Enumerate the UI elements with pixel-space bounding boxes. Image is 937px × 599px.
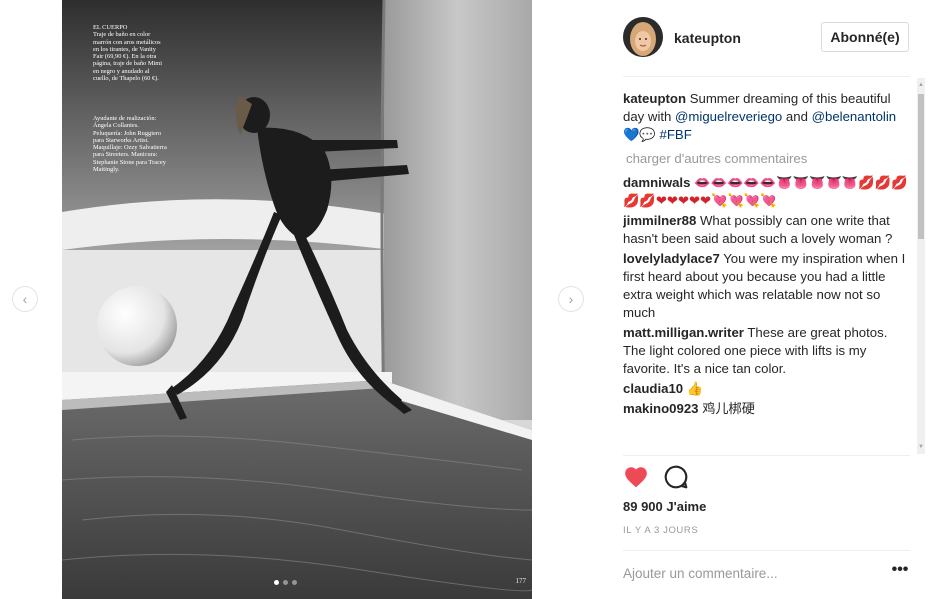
mention-link[interactable]: @belenantolin bbox=[812, 109, 897, 124]
mention-link[interactable]: @miguelreveriego bbox=[675, 109, 782, 124]
follow-button[interactable]: Abonné(e) bbox=[821, 22, 909, 52]
comment-username[interactable]: claudia10 bbox=[623, 381, 683, 396]
right-gutter bbox=[925, 0, 937, 599]
magazine-page-number: 177 bbox=[515, 577, 527, 585]
list-item: claudia10 👍 bbox=[623, 380, 908, 398]
list-item: damniwals 👄👄👄👄👄👅👅👅👅👅💋💋💋💋💋❤❤❤❤❤💘💘💘💘 bbox=[623, 174, 908, 210]
comment-username[interactable]: jimmilner88 bbox=[623, 213, 696, 228]
avatar[interactable] bbox=[623, 17, 663, 57]
magazine-caption: EL CUERPO Traje de baño en color marrón … bbox=[93, 24, 163, 83]
add-comment-input[interactable] bbox=[623, 562, 873, 584]
ellipsis-icon[interactable]: ••• bbox=[890, 562, 910, 582]
speech-bubble-icon: 💬 bbox=[639, 127, 656, 142]
magazine-credits: Ayudante de realización: Ángela Collante… bbox=[93, 115, 167, 174]
likes-label: J'aime bbox=[666, 499, 707, 514]
chevron-right-icon[interactable]: › bbox=[558, 286, 584, 312]
photo-illustration bbox=[62, 0, 532, 599]
caption-username[interactable]: kateupton bbox=[623, 91, 686, 106]
comment-bubble-shape bbox=[664, 465, 688, 489]
caption-comment: kateupton Summer dreaming of this beauti… bbox=[623, 90, 908, 144]
list-item: jimmilner88 What possibly can one write … bbox=[623, 212, 908, 248]
divider bbox=[623, 455, 910, 456]
comments-list: kateupton Summer dreaming of this beauti… bbox=[623, 90, 908, 455]
blue-heart-icon: 💙 bbox=[623, 127, 640, 142]
carousel-dot bbox=[283, 580, 288, 585]
comment-username[interactable]: lovelyladylace7 bbox=[623, 251, 720, 266]
heart-filled-icon[interactable] bbox=[623, 464, 649, 490]
scrollbar-thumb[interactable] bbox=[918, 94, 924, 239]
carousel-dot-active bbox=[274, 580, 279, 585]
post-side-panel: kateupton Abonné(e) kateupton Summer dre… bbox=[608, 0, 925, 599]
post-photo: EL CUERPO Traje de baño en color marrón … bbox=[62, 0, 532, 599]
likes-number: 89 900 bbox=[623, 499, 663, 514]
carousel-dots bbox=[274, 580, 297, 585]
divider bbox=[623, 76, 910, 77]
comment-username[interactable]: makino0923 bbox=[623, 401, 699, 416]
post-timestamp[interactable]: IL Y A 3 JOURS bbox=[623, 525, 698, 536]
comment-username[interactable]: matt.milligan.writer bbox=[623, 325, 744, 340]
caption-text-mid: and bbox=[782, 109, 812, 124]
load-more-comments[interactable]: charger d'autres commentaires bbox=[626, 150, 908, 168]
comment-username[interactable]: damniwals bbox=[623, 175, 690, 190]
carousel-dot bbox=[292, 580, 297, 585]
list-item: lovelyladylace7 You were my inspiration … bbox=[623, 250, 908, 322]
action-bar bbox=[623, 462, 908, 494]
post-header: kateupton Abonné(e) bbox=[608, 0, 925, 76]
scroll-up-icon[interactable]: ▲ bbox=[917, 80, 925, 90]
comment-text: 鸡儿梆硬 bbox=[702, 401, 755, 416]
likes-count[interactable]: 89 900 J'aime bbox=[623, 499, 706, 514]
chevron-left-icon[interactable]: ‹ bbox=[12, 286, 38, 312]
like-heart-shape bbox=[625, 467, 647, 488]
list-item: makino0923 鸡儿梆硬 bbox=[623, 400, 908, 418]
comment-text: 👍 bbox=[686, 381, 704, 396]
header-username[interactable]: kateupton bbox=[674, 30, 741, 46]
divider bbox=[623, 550, 910, 551]
avatar-image bbox=[623, 17, 663, 57]
list-item: matt.milligan.writer These are great pho… bbox=[623, 324, 908, 378]
comment-bubble-icon[interactable] bbox=[663, 464, 689, 490]
scroll-down-icon[interactable]: ▼ bbox=[917, 442, 925, 452]
hashtag-link[interactable]: #FBF bbox=[660, 127, 692, 142]
